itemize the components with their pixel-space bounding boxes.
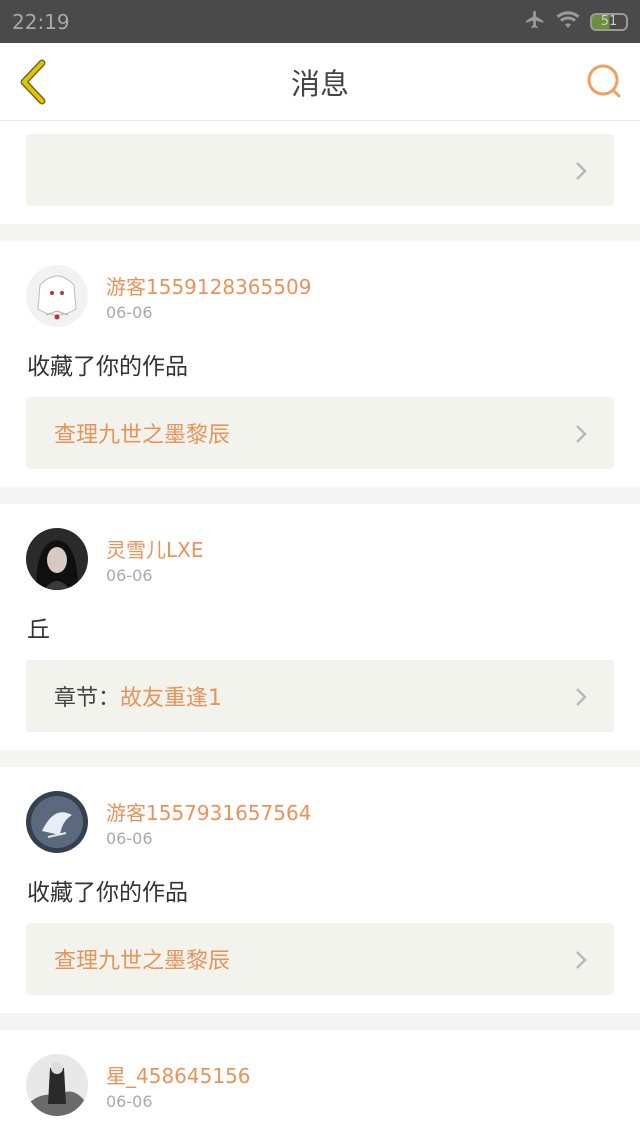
list-item (0, 121, 640, 224)
chevron-right-icon (576, 688, 587, 706)
message-text: 收藏了你的作品 (27, 354, 188, 380)
message-date: 06-06 (106, 1092, 153, 1111)
page-title: 消息 (290, 66, 349, 101)
work-link[interactable]: 查理九世之墨黎辰 (26, 923, 614, 995)
username[interactable]: 星_458645156 (106, 1060, 251, 1089)
chevron-right-icon (576, 951, 587, 969)
status-icons: 51 (524, 9, 628, 35)
status-bar: 22:19 51 (0, 0, 640, 43)
chapter-link[interactable]: 章节： 故友重逢1 (26, 660, 614, 732)
username[interactable]: 灵雪儿LXE (106, 534, 203, 563)
message-date: 06-06 (106, 829, 153, 848)
avatar[interactable] (26, 265, 88, 327)
chevron-right-icon (576, 425, 587, 443)
nav-bar: 消息 (0, 43, 640, 121)
username[interactable]: 游客1557931657564 (106, 797, 311, 826)
avatar[interactable] (26, 791, 88, 853)
work-link[interactable] (26, 134, 614, 206)
message-date: 06-06 (106, 566, 153, 585)
list-item: 游客1557931657564 06-06 收藏了你的作品 查理九世之墨黎辰 (0, 767, 640, 1013)
wifi-icon (556, 10, 580, 34)
message-text: 收藏了你的作品 (27, 880, 188, 906)
work-link-text: 查理九世之墨黎辰 (54, 423, 231, 448)
battery-icon: 51 (590, 12, 628, 31)
message-date: 06-06 (106, 303, 153, 322)
work-link-text: 查理九世之墨黎辰 (54, 949, 231, 974)
avatar[interactable] (26, 1054, 88, 1116)
chapter-prefix: 章节： (54, 686, 121, 711)
list-item: 灵雪儿LXE 06-06 丘 章节： 故友重逢1 (0, 504, 640, 750)
username[interactable]: 游客1559128365509 (106, 271, 311, 300)
avatar[interactable] (26, 528, 88, 590)
search-button[interactable] (584, 61, 624, 101)
work-link[interactable]: 查理九世之墨黎辰 (26, 397, 614, 469)
chevron-right-icon (576, 162, 587, 180)
airplane-mode-icon (524, 9, 546, 35)
chapter-link-text: 故友重逢1 (120, 686, 223, 711)
message-text: 丘 (27, 617, 50, 643)
list-item: 星_458645156 06-06 (0, 1030, 640, 1138)
list-item: 游客1559128365509 06-06 收藏了你的作品 查理九世之墨黎辰 (0, 241, 640, 487)
status-time: 22:19 (12, 9, 70, 34)
message-list: 游客1559128365509 06-06 收藏了你的作品 查理九世之墨黎辰 灵… (0, 121, 640, 1138)
search-icon (587, 64, 621, 98)
back-button[interactable] (14, 57, 54, 107)
